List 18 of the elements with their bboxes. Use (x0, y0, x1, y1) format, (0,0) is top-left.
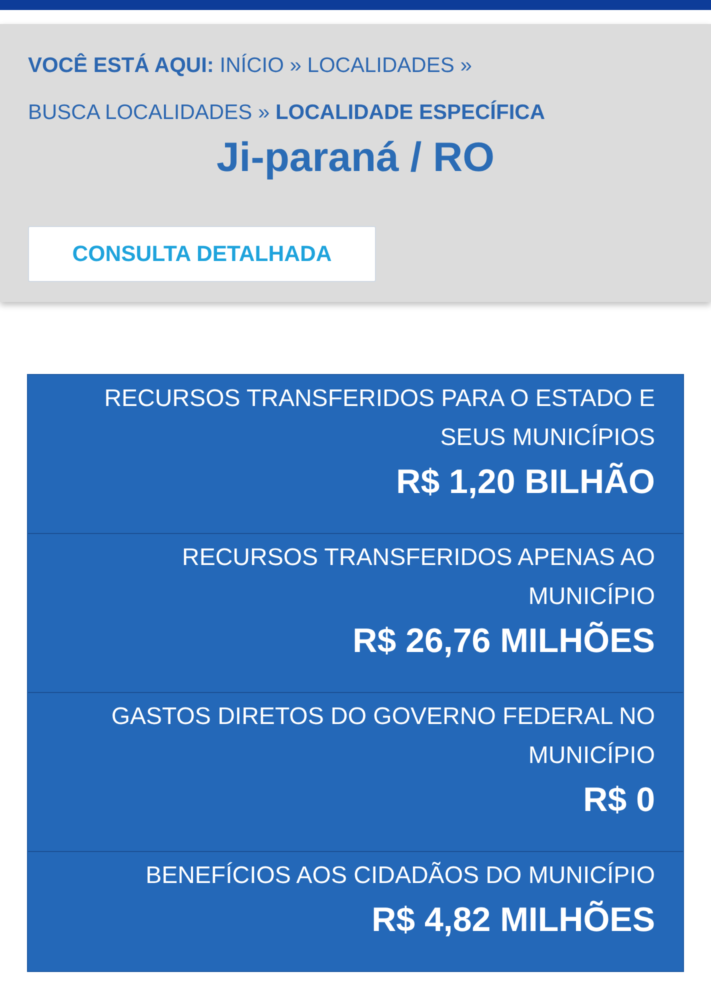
breadcrumb-current: LOCALIDADE ESPECÍFICA (275, 101, 545, 124)
breadcrumb-label: VOCÊ ESTÁ AQUI: (28, 54, 214, 77)
breadcrumb-separator: » (290, 54, 302, 77)
page-title: Ji-paraná / RO (216, 133, 496, 182)
breadcrumb-link[interactable]: BUSCA LOCALIDADES (28, 101, 252, 124)
detailed-query-button[interactable]: CONSULTA DETALHADA (28, 226, 376, 282)
breadcrumb-link[interactable]: INÍCIO (220, 54, 284, 77)
summary-label: RECURSOS TRANSFERIDOS PARA O ESTADO E SEUS MUNICÍPIOS (103, 384, 655, 453)
breadcrumb-link[interactable]: LOCALIDADES (307, 54, 454, 77)
summary-label: BENEFÍCIOS AOS CIDADÃOS DO MUNICÍPIO (144, 860, 655, 891)
summary-value: R$ 26,76 MILHÕES (352, 620, 655, 662)
breadcrumb-separator: » (460, 54, 472, 77)
summary-label: RECURSOS TRANSFERIDOS APENAS AO MUNICÍPIO (180, 543, 655, 612)
summary-label: GASTOS DIRETOS DO GOVERNO FEDERAL NO MUNICÍPIO (110, 702, 655, 771)
breadcrumb-separator: » (258, 101, 270, 124)
summary-value: R$ 1,20 BILHÃO (395, 462, 655, 503)
summary-value: R$ 0 (582, 780, 655, 821)
summary-value: R$ 4,82 MILHÕES (370, 900, 655, 941)
